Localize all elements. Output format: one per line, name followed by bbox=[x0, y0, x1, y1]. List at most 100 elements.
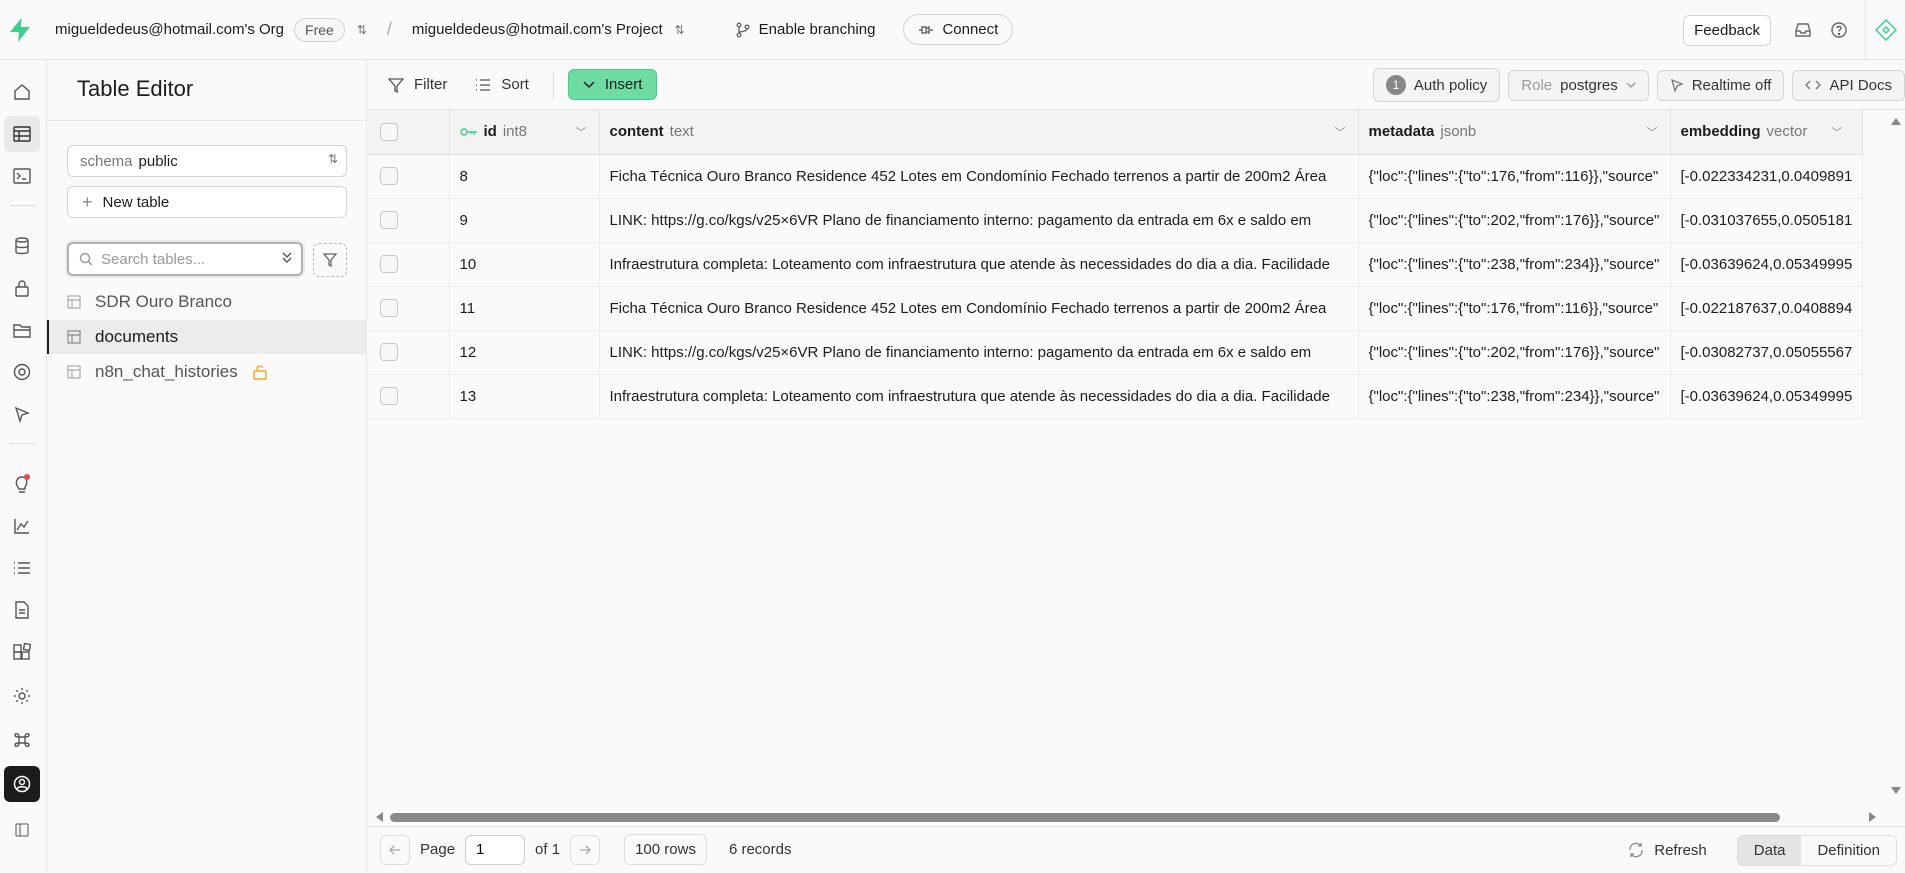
sort-button[interactable]: Sort bbox=[465, 70, 539, 99]
cell-embedding[interactable]: [-0.03639624,0.05349995 bbox=[1670, 242, 1864, 287]
auth-policy-button[interactable]: 1 Auth policy bbox=[1372, 68, 1501, 102]
cell-embedding[interactable]: [-0.022187637,0.0408894 bbox=[1670, 286, 1864, 331]
realtime-toggle-button[interactable]: Realtime off bbox=[1656, 69, 1785, 101]
tab-data[interactable]: Data bbox=[1737, 835, 1802, 865]
cell-id[interactable]: 9 bbox=[449, 198, 600, 243]
advisors-icon[interactable] bbox=[4, 466, 40, 502]
unlocked-icon[interactable] bbox=[252, 364, 268, 380]
select-all-checkbox[interactable] bbox=[380, 122, 398, 141]
cell-id[interactable]: 12 bbox=[449, 330, 600, 375]
cell-id[interactable]: 10 bbox=[449, 242, 600, 287]
storage-icon[interactable] bbox=[4, 312, 40, 348]
table-row[interactable]: 11 Ficha Técnica Ouro Branco Residence 4… bbox=[368, 286, 1864, 331]
scroll-right-arrow-icon[interactable] bbox=[1868, 811, 1878, 823]
new-table-button[interactable]: + New table bbox=[67, 186, 347, 218]
column-header-id[interactable]: id int8 ﹀ bbox=[449, 110, 600, 155]
search-tables-field[interactable] bbox=[67, 242, 303, 276]
cell-content[interactable]: Ficha Técnica Ouro Branco Residence 452 … bbox=[599, 286, 1359, 331]
cell-id[interactable]: 11 bbox=[449, 286, 600, 331]
connect-button[interactable]: Connect bbox=[903, 14, 1014, 45]
row-checkbox[interactable] bbox=[380, 255, 398, 273]
cell-metadata[interactable]: {"loc":{"lines":{"to":176,"from":116}},"… bbox=[1358, 154, 1671, 199]
sql-editor-icon[interactable] bbox=[4, 158, 40, 194]
filter-tables-button[interactable] bbox=[313, 243, 347, 277]
insert-button[interactable]: Insert bbox=[567, 69, 658, 100]
cell-id[interactable]: 8 bbox=[449, 154, 600, 199]
logs-icon[interactable] bbox=[4, 550, 40, 586]
table-editor-icon[interactable] bbox=[4, 116, 40, 152]
user-avatar-icon[interactable] bbox=[4, 766, 40, 802]
cell-embedding[interactable]: [-0.031037655,0.0505181 bbox=[1670, 198, 1864, 243]
org-switcher-chevron-icon[interactable]: ⇅ bbox=[357, 23, 367, 37]
cell-content[interactable]: Ficha Técnica Ouro Branco Residence 452 … bbox=[599, 154, 1359, 199]
enable-branching-button[interactable]: Enable branching bbox=[735, 21, 875, 38]
refresh-button[interactable]: Refresh bbox=[1618, 836, 1717, 865]
cell-content[interactable]: LINK: https://g.co/kgs/v25×6VR Plano de … bbox=[599, 330, 1359, 375]
search-tables-input[interactable] bbox=[101, 250, 261, 268]
row-checkbox[interactable] bbox=[380, 343, 398, 361]
inbox-icon[interactable] bbox=[1785, 12, 1821, 48]
column-header-content[interactable]: content text ﹀ bbox=[599, 110, 1359, 155]
api-docs-button[interactable]: API Docs bbox=[1792, 69, 1905, 101]
cell-content[interactable]: LINK: https://g.co/kgs/v25×6VR Plano de … bbox=[599, 198, 1359, 243]
realtime-icon[interactable] bbox=[4, 396, 40, 432]
api-docs-icon[interactable] bbox=[4, 592, 40, 628]
cell-embedding[interactable]: [-0.03082737,0.05055567 bbox=[1670, 330, 1864, 375]
sidebar-item-n8n-chat-histories[interactable]: n8n_chat_histories bbox=[47, 355, 367, 389]
reports-icon[interactable] bbox=[4, 508, 40, 544]
chevron-down-icon[interactable]: ﹀ bbox=[1335, 124, 1346, 140]
cell-metadata[interactable]: {"loc":{"lines":{"to":238,"from":234}},"… bbox=[1358, 374, 1671, 419]
table-row[interactable]: 8 Ficha Técnica Ouro Branco Residence 45… bbox=[368, 154, 1864, 199]
collapse-sidebar-icon[interactable] bbox=[4, 812, 40, 848]
help-icon[interactable] bbox=[1821, 12, 1857, 48]
previous-page-button[interactable] bbox=[380, 834, 410, 865]
table-row[interactable]: 12 LINK: https://g.co/kgs/v25×6VR Plano … bbox=[368, 330, 1864, 375]
column-header-metadata[interactable]: metadata jsonb ﹀ bbox=[1358, 110, 1671, 155]
row-checkbox[interactable] bbox=[380, 299, 398, 317]
settings-gear-icon[interactable] bbox=[4, 678, 40, 714]
authentication-icon[interactable] bbox=[4, 270, 40, 306]
scroll-up-arrow-icon[interactable] bbox=[1890, 116, 1902, 126]
supabase-logo-icon[interactable] bbox=[0, 0, 40, 60]
cell-content[interactable]: Infraestrutura completa: Loteamento com … bbox=[599, 374, 1359, 419]
integrations-icon[interactable] bbox=[4, 634, 40, 670]
row-checkbox[interactable] bbox=[380, 387, 398, 405]
row-checkbox[interactable] bbox=[380, 211, 398, 229]
project-name[interactable]: migueldedeus@hotmail.com's Project bbox=[412, 21, 663, 38]
schema-selector[interactable]: schema public ⇅ bbox=[67, 145, 347, 177]
chevron-down-icon[interactable]: ﹀ bbox=[1647, 124, 1658, 140]
filter-button[interactable]: Filter bbox=[378, 70, 457, 99]
cell-embedding[interactable]: [-0.03639624,0.05349995 bbox=[1670, 374, 1864, 419]
chevron-down-icon[interactable]: ﹀ bbox=[576, 124, 587, 140]
cell-metadata[interactable]: {"loc":{"lines":{"to":202,"from":176}},"… bbox=[1358, 330, 1671, 375]
cell-id[interactable]: 13 bbox=[449, 374, 600, 419]
home-icon[interactable] bbox=[4, 74, 40, 110]
table-row[interactable]: 13 Infraestrutura completa: Loteamento c… bbox=[368, 374, 1864, 419]
column-header-embedding[interactable]: embedding vector ﹀ bbox=[1670, 110, 1864, 155]
cell-content[interactable]: Infraestrutura completa: Loteamento com … bbox=[599, 242, 1359, 287]
horizontal-scrollbar[interactable] bbox=[368, 808, 1888, 826]
cell-metadata[interactable]: {"loc":{"lines":{"to":202,"from":176}},"… bbox=[1358, 198, 1671, 243]
command-menu-icon[interactable] bbox=[4, 722, 40, 758]
chevron-down-icon[interactable]: ﹀ bbox=[1831, 124, 1842, 140]
cell-metadata[interactable]: {"loc":{"lines":{"to":238,"from":234}},"… bbox=[1358, 242, 1671, 287]
role-selector[interactable]: Role postgres bbox=[1508, 69, 1649, 101]
feedback-button[interactable]: Feedback bbox=[1683, 14, 1771, 46]
vertical-scrollbar[interactable] bbox=[1888, 110, 1905, 810]
cell-embedding[interactable]: [-0.022334231,0.0409891 bbox=[1670, 154, 1864, 199]
cell-metadata[interactable]: {"loc":{"lines":{"to":176,"from":116}},"… bbox=[1358, 286, 1671, 331]
sidebar-item-sdr-ouro-branco[interactable]: SDR Ouro Branco bbox=[47, 285, 367, 319]
rows-per-page-button[interactable]: 100 rows bbox=[624, 834, 707, 865]
tab-definition[interactable]: Definition bbox=[1801, 836, 1896, 865]
ai-assistant-icon[interactable] bbox=[1865, 0, 1905, 60]
page-number-input[interactable] bbox=[465, 834, 526, 865]
horizontal-scroll-thumb[interactable] bbox=[390, 813, 1780, 822]
table-row[interactable]: 9 LINK: https://g.co/kgs/v25×6VR Plano d… bbox=[368, 198, 1864, 243]
project-switcher-chevron-icon[interactable]: ⇅ bbox=[675, 23, 685, 37]
row-checkbox[interactable] bbox=[380, 167, 398, 185]
chevrons-down-icon[interactable] bbox=[281, 250, 293, 267]
next-page-button[interactable] bbox=[570, 834, 601, 865]
sidebar-item-documents[interactable]: documents bbox=[47, 320, 367, 354]
scroll-left-arrow-icon[interactable] bbox=[374, 811, 384, 823]
org-name[interactable]: migueldedeus@hotmail.com's Org bbox=[55, 21, 284, 38]
